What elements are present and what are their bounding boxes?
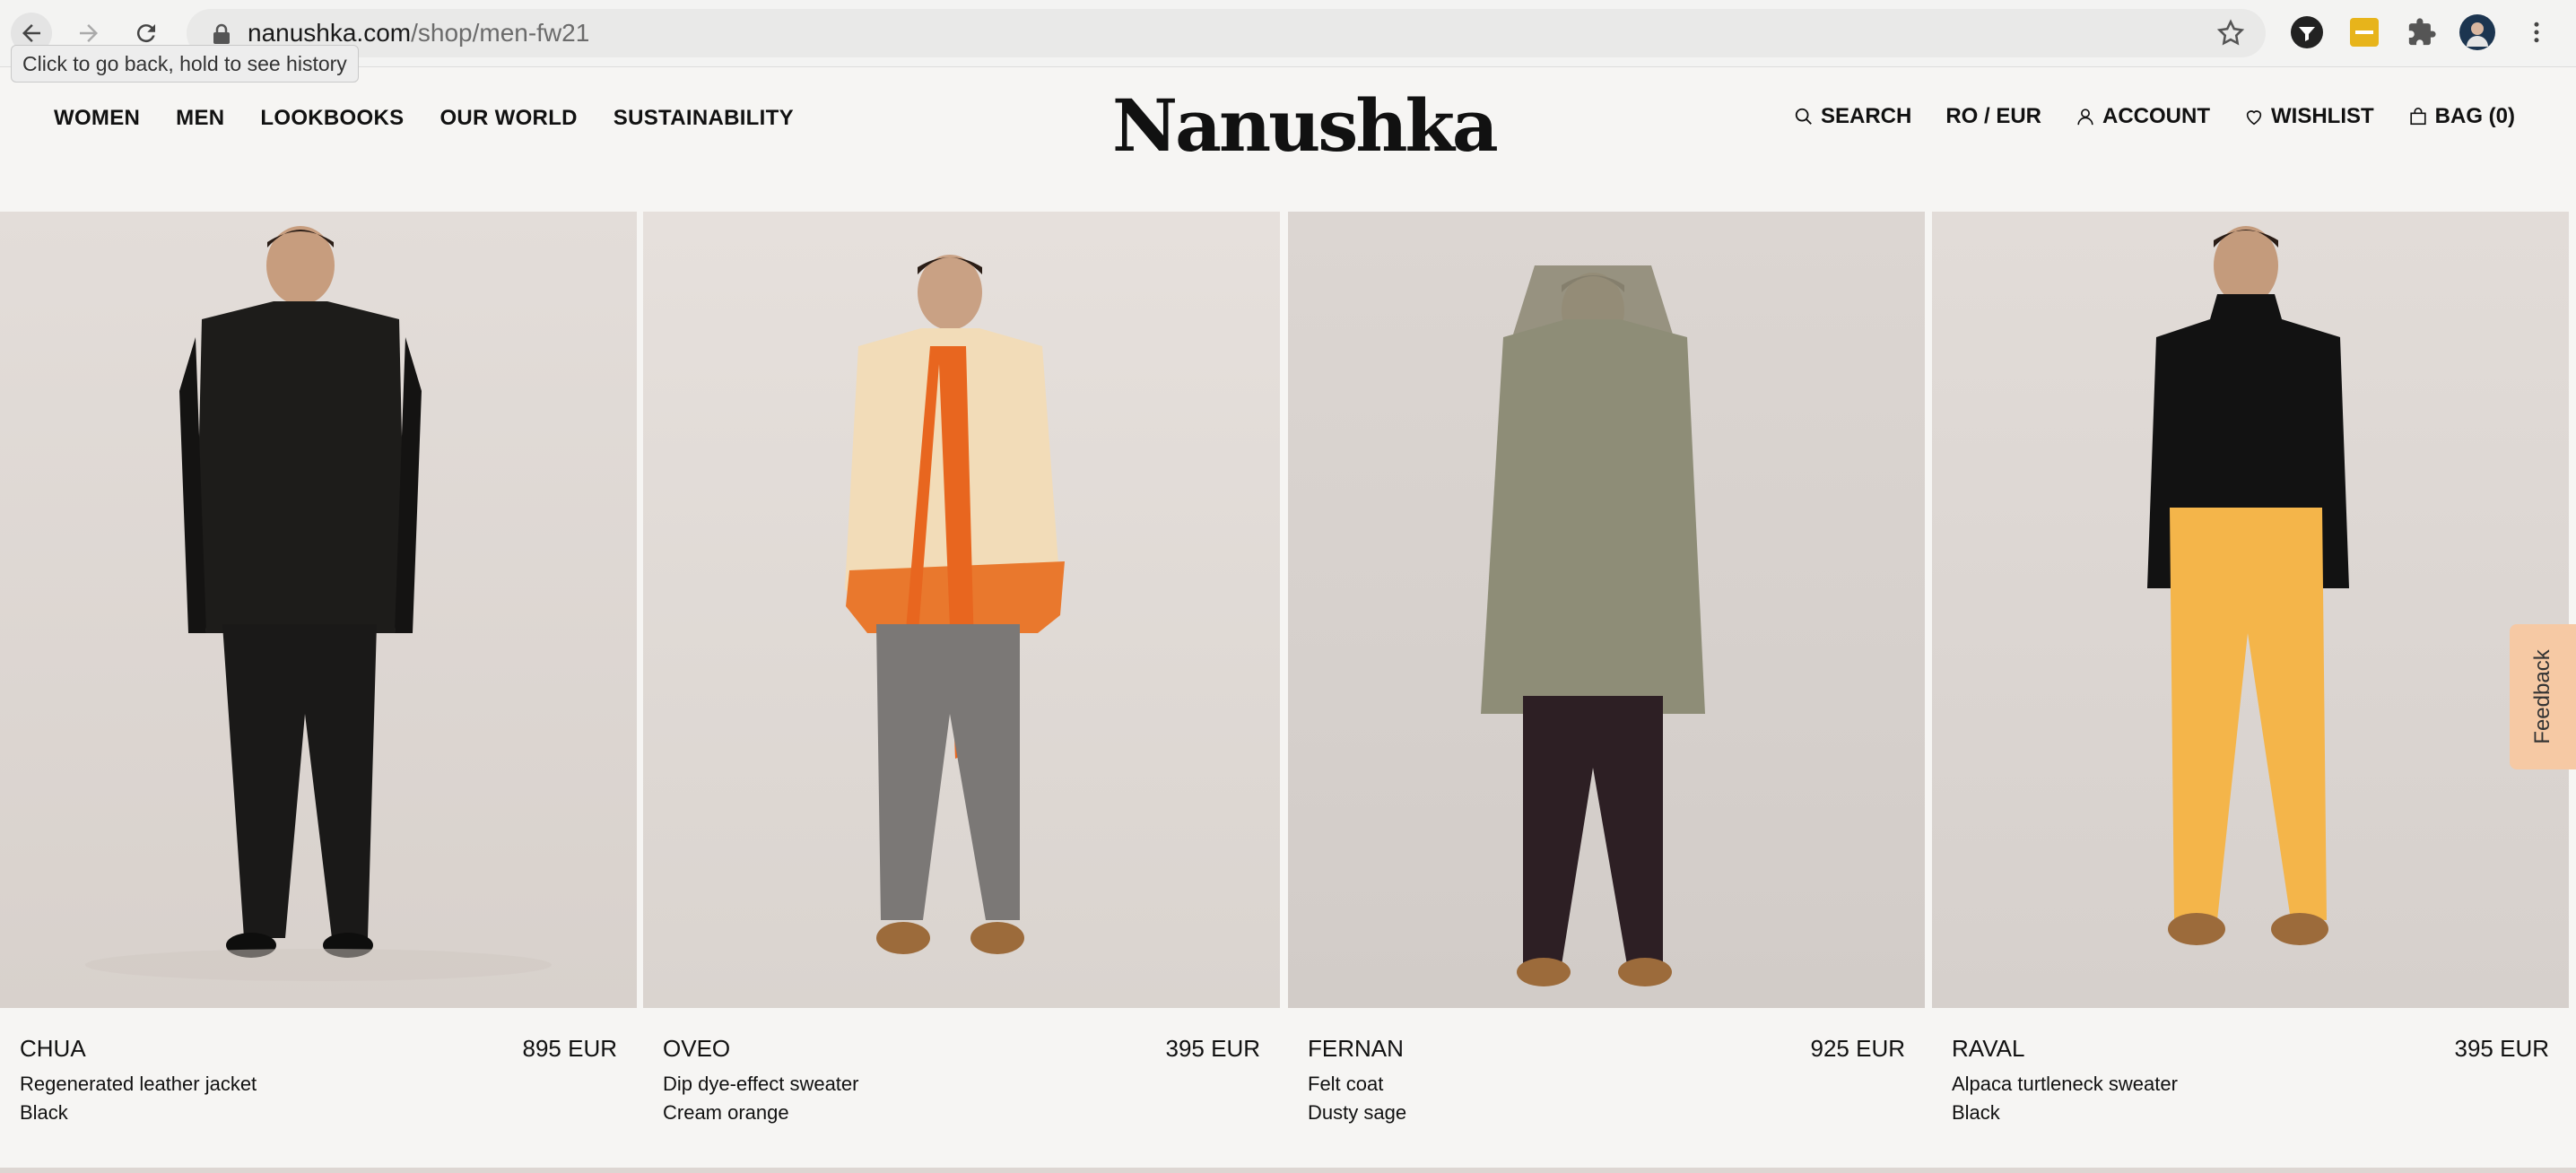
lock-icon [213,23,230,44]
extension-yellow-icon[interactable] [2346,14,2382,50]
heart-icon [2246,110,2262,126]
product-name[interactable]: RAVAL [1952,1035,2024,1063]
search-icon [1795,108,1812,125]
product-info: FERNAN 925 EUR Felt coat Dusty sage [1288,1008,1925,1134]
arrow-left-icon [22,24,40,42]
product-price: 395 EUR [1165,1035,1261,1062]
product-price: 395 EUR [2454,1035,2550,1062]
search-link[interactable]: SEARCH [1794,104,1911,129]
product-image[interactable] [643,212,1280,1008]
nav-our-world[interactable]: OUR WORLD [439,106,577,131]
url-host: nanushka.com [248,19,412,47]
reload-icon [136,24,155,43]
bag-label: BAG (0) [2434,104,2515,128]
product-color: Dusty sage [1308,1101,1407,1124]
address-bar[interactable]: nanushka.com/shop/men-fw21 [187,9,2266,57]
product-price: 925 EUR [1810,1035,1906,1062]
nav-men[interactable]: MEN [176,106,224,131]
extension-filter-icon[interactable] [2289,14,2325,50]
region-label: RO / EUR [1945,104,2041,128]
product-image[interactable] [1288,212,1925,1008]
product-description: Felt coat [1308,1073,1384,1095]
utility-nav: SEARCH RO / EUR ACCOUNT WISHLIST BAG (0) [1794,104,2515,129]
product-info: OVEO 395 EUR Dip dye-effect sweater Crea… [643,1008,1280,1134]
product-card[interactable]: RAVAL 395 EUR Alpaca turtleneck sweater … [1932,212,2569,1134]
arrow-right-icon [80,24,98,42]
product-image[interactable] [1932,212,2569,1008]
nav-sustainability[interactable]: SUSTAINABILITY [614,106,794,131]
feedback-label: Feedback [2530,649,2554,744]
product-description: Alpaca turtleneck sweater [1952,1073,2178,1095]
bag-link[interactable]: BAG (0) [2408,104,2515,129]
wishlist-link[interactable]: WISHLIST [2244,104,2374,129]
product-description: Dip dye-effect sweater [663,1073,859,1095]
product-name[interactable]: CHUA [20,1035,86,1063]
site-logo[interactable]: Nanushka [1112,83,1499,169]
url-path: /shop/men-fw21 [411,19,590,47]
region-selector[interactable]: RO / EUR [1945,104,2041,129]
url-text: nanushka.com/shop/men-fw21 [248,19,589,48]
menu-kebab-icon[interactable] [2519,14,2554,50]
bag-icon [2410,108,2426,126]
product-color: Black [20,1101,68,1124]
back-tooltip: Click to go back, hold to see history [11,45,359,83]
browser-toolbar: nanushka.com/shop/men-fw21 [0,0,2576,67]
wishlist-label: WISHLIST [2271,104,2374,128]
nav-women[interactable]: WOMEN [54,106,140,131]
profile-avatar[interactable] [2459,14,2495,50]
product-info: RAVAL 395 EUR Alpaca turtleneck sweater … [1932,1008,2569,1134]
nav-lookbooks[interactable]: LOOKBOOKS [260,106,404,131]
product-card[interactable]: FERNAN 925 EUR Felt coat Dusty sage [1288,212,1925,1134]
main-nav: WOMEN MEN LOOKBOOKS OUR WORLD SUSTAINABI… [54,106,794,131]
product-description: Regenerated leather jacket [20,1073,257,1095]
bookmark-star-icon[interactable] [2215,18,2246,48]
search-label: SEARCH [1820,104,1912,128]
feedback-tab[interactable]: Feedback [2510,624,2576,769]
product-info: CHUA 895 EUR Regenerated leather jacket … [0,1008,637,1134]
product-price: 895 EUR [522,1035,618,1062]
product-name[interactable]: FERNAN [1308,1035,1404,1063]
product-color: Cream orange [663,1101,789,1124]
user-icon [2077,109,2093,126]
product-image[interactable] [0,212,637,1008]
product-card[interactable]: CHUA 895 EUR Regenerated leather jacket … [0,212,637,1134]
account-label: ACCOUNT [2102,104,2210,128]
next-row-edge [0,1168,2576,1173]
extensions-puzzle-icon[interactable] [2404,14,2440,50]
account-link[interactable]: ACCOUNT [2076,104,2210,129]
product-name[interactable]: OVEO [663,1035,730,1063]
product-card[interactable]: OVEO 395 EUR Dip dye-effect sweater Crea… [643,212,1280,1134]
product-color: Black [1952,1101,2000,1124]
